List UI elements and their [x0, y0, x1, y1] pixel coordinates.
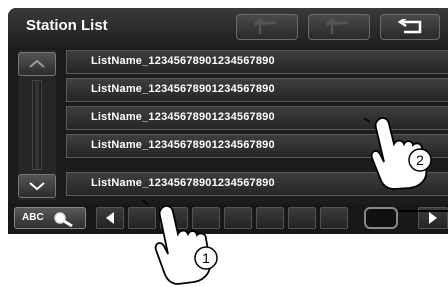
triangle-right-icon [429, 212, 437, 224]
tap-hand-icon: 1 [141, 200, 218, 285]
search-magnifier-icon [54, 212, 73, 227]
selected-initial-key[interactable] [364, 207, 398, 229]
scrollbar[interactable] [32, 80, 42, 170]
scroll-up-button[interactable] [18, 52, 56, 76]
swipe-hand-icon: 2 [363, 117, 432, 190]
callout-number-1: 1 [202, 250, 210, 266]
chevron-down-icon [29, 182, 45, 191]
list-item-label: ListName_12345678901234567890 [91, 55, 275, 67]
abc-search-label: ABC [22, 212, 44, 223]
return-button-2[interactable] [308, 14, 370, 40]
list-item-label: ListName_12345678901234567890 [91, 139, 275, 151]
list-item-label: ListName_12345678901234567890 [91, 111, 275, 123]
list-item-label: ListName_12345678901234567890 [91, 83, 275, 95]
initial-key[interactable] [256, 207, 284, 229]
triangle-left-icon [106, 212, 114, 224]
page-title: Station List [26, 17, 108, 34]
chevron-up-icon [29, 59, 45, 68]
back-button[interactable] [380, 14, 440, 40]
initial-key[interactable] [320, 207, 348, 229]
list-item-label: ListName_12345678901234567890 [91, 177, 275, 189]
initial-key[interactable] [288, 207, 316, 229]
list-item[interactable]: ListName_12345678901234567890 [66, 78, 448, 102]
previous-button[interactable] [96, 207, 124, 229]
return-button-1[interactable] [236, 14, 298, 40]
list-item[interactable]: ListName_12345678901234567890 [66, 50, 448, 74]
return-arrow-icon [326, 18, 348, 34]
callout-number-2: 2 [416, 152, 424, 168]
scroll-down-button[interactable] [18, 174, 56, 198]
callout-line [398, 210, 448, 212]
back-arrow-icon [397, 19, 422, 34]
title-bar: Station List [8, 8, 448, 48]
abc-search-button[interactable]: ABC [14, 207, 86, 229]
return-arrow-icon [254, 18, 276, 34]
